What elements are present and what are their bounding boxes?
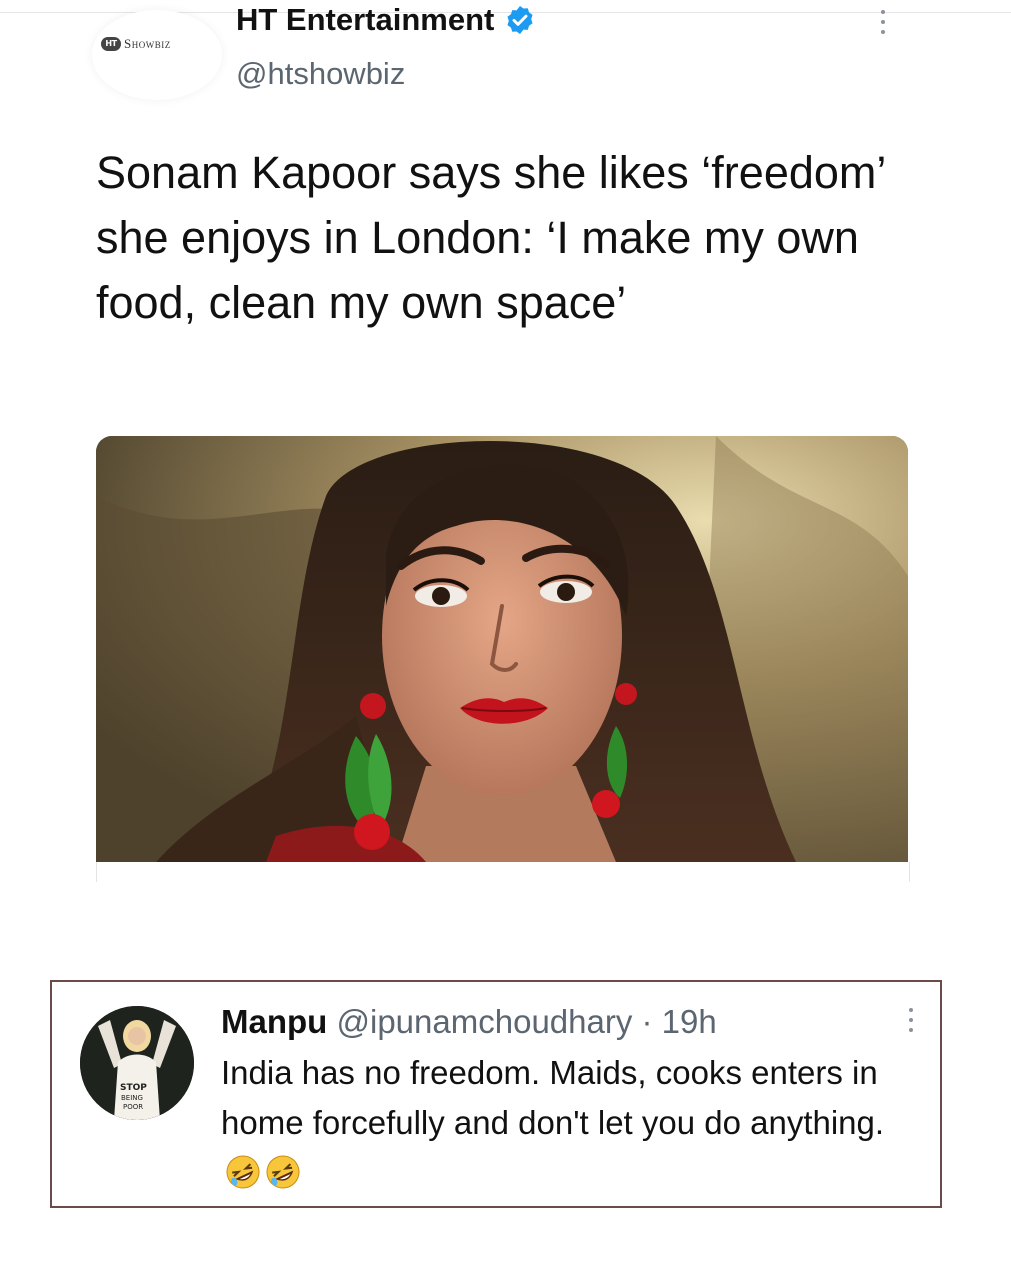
rolling-on-floor-laughing-emoji [266, 1155, 300, 1189]
svg-text:STOP: STOP [120, 1083, 147, 1093]
author-name[interactable]: HT Entertainment [236, 2, 536, 38]
rolling-on-floor-laughing-emoji [226, 1155, 260, 1189]
reply-text: India has no freedom. Maids, cooks enter… [221, 1048, 933, 1198]
reply-author-handle[interactable]: @ipunamchoudhary [337, 1003, 633, 1040]
reply-header: Manpu @ipunamchoudhary · 19h [221, 1003, 717, 1041]
reply-avatar[interactable]: STOP BEING POOR [80, 1006, 194, 1120]
ht-badge: HT [101, 37, 121, 51]
reply-author-name[interactable]: Manpu [221, 1003, 327, 1040]
svg-text:POOR: POOR [123, 1103, 143, 1111]
author-handle[interactable]: @htshowbiz [236, 56, 405, 92]
author-name-text: HT Entertainment [236, 2, 495, 37]
showbiz-logo: HT Showbiz [101, 36, 171, 52]
showbiz-wordmark: Showbiz [124, 36, 171, 51]
verified-badge-icon [507, 6, 533, 34]
portrait-illustration [96, 436, 908, 862]
author-avatar[interactable] [92, 10, 222, 100]
reply-timestamp[interactable]: 19h [662, 1003, 717, 1040]
more-vertical-icon[interactable] [904, 1008, 918, 1040]
article-card-footer [96, 862, 910, 882]
tweet-headline: Sonam Kapoor says she likes ‘freedom’ sh… [96, 147, 885, 328]
article-photo[interactable] [96, 436, 908, 862]
reply-separator: · [632, 1003, 662, 1040]
more-vertical-icon[interactable] [876, 10, 890, 42]
svg-text:BEING: BEING [121, 1094, 143, 1102]
reply-avatar-image: STOP BEING POOR [80, 1006, 194, 1120]
reply-body: India has no freedom. Maids, cooks enter… [221, 1054, 885, 1141]
